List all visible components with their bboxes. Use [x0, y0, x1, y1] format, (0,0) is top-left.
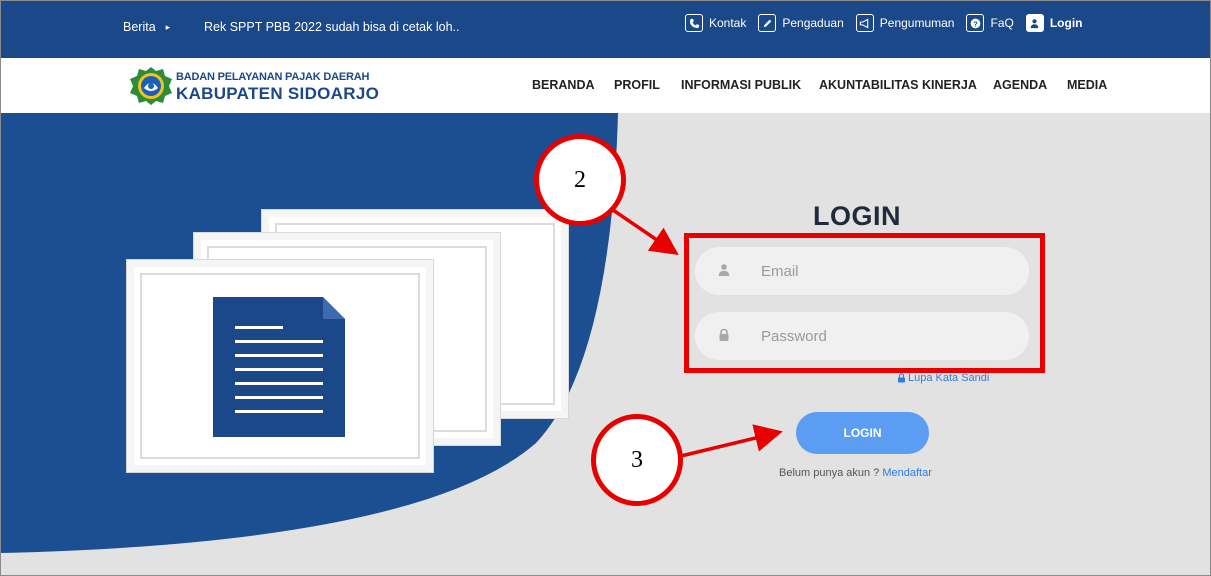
- pencil-icon: [758, 14, 777, 32]
- highlight-box-credentials: [684, 233, 1045, 373]
- svg-text:?: ?: [973, 19, 978, 28]
- login-link-label: Login: [1049, 16, 1083, 30]
- nav-bar: BADAN PELAYANAN PAJAK DAERAH KABUPATEN S…: [1, 58, 1210, 113]
- lock-icon: [898, 373, 905, 383]
- faq-link[interactable]: ? FaQ: [966, 14, 1014, 32]
- pengaduan-label: Pengaduan: [782, 16, 844, 30]
- kontak-link[interactable]: Kontak: [685, 14, 746, 32]
- pengumuman-label: Pengumuman: [879, 16, 955, 30]
- register-prompt-text: Belum punya akun ?: [779, 467, 880, 479]
- kontak-label: Kontak: [709, 16, 747, 30]
- menu-item-profil[interactable]: PROFIL: [614, 78, 660, 92]
- menu-item-akuntabilitas-kinerja[interactable]: AKUNTABILITAS KINERJA: [819, 78, 977, 92]
- brand-name-line1: BADAN PELAYANAN PAJAK DAERAH: [176, 71, 370, 83]
- news-label[interactable]: Berita ▸: [123, 20, 170, 34]
- pengumuman-link[interactable]: Pengumuman: [855, 14, 955, 32]
- browser-viewport: Berita ▸ Rek SPPT PBB 2022 sudah bisa di…: [0, 0, 1211, 576]
- step-2-callout: 2: [534, 134, 626, 226]
- sidoarjo-logo[interactable]: [129, 66, 173, 106]
- menu-item-beranda[interactable]: BERANDA: [532, 78, 595, 92]
- login-link[interactable]: Login: [1025, 14, 1083, 32]
- brand-name-line2: KABUPATEN SIDOARJO: [176, 84, 380, 103]
- login-title: LOGIN: [813, 201, 901, 231]
- forgot-password-link[interactable]: Lupa Kata Sandi: [897, 372, 989, 384]
- menu-item-agenda[interactable]: AGENDA: [993, 78, 1047, 92]
- register-prompt: Belum punya akun ? Mendaftar: [779, 467, 932, 479]
- megaphone-icon: [855, 14, 874, 32]
- caret-right-icon: ▸: [165, 21, 171, 32]
- register-link[interactable]: Mendaftar: [882, 467, 932, 479]
- menu-item-media[interactable]: MEDIA: [1067, 78, 1107, 92]
- news-label-text: Berita: [123, 20, 156, 34]
- step-3-callout: 3: [591, 414, 683, 506]
- user-icon: [1025, 14, 1044, 32]
- question-icon: ?: [966, 14, 985, 32]
- document-icon: [213, 297, 345, 437]
- step-2-number: 2: [574, 166, 586, 193]
- top-links: Kontak Pengaduan Pengumuman ? FaQ Login: [685, 14, 1082, 32]
- pengaduan-link[interactable]: Pengaduan: [758, 14, 844, 32]
- forgot-password-label: Lupa Kata Sandi: [908, 372, 990, 384]
- news-ticker[interactable]: Rek SPPT PBB 2022 sudah bisa di cetak lo…: [204, 20, 459, 34]
- step-3-number: 3: [631, 446, 643, 473]
- top-bar: Berita ▸ Rek SPPT PBB 2022 sudah bisa di…: [1, 1, 1210, 58]
- menu-item-informasi-publik[interactable]: INFORMASI PUBLIK: [681, 78, 801, 92]
- faq-label: FaQ: [990, 16, 1014, 30]
- login-button[interactable]: LOGIN: [796, 412, 929, 454]
- phone-icon: [685, 14, 703, 32]
